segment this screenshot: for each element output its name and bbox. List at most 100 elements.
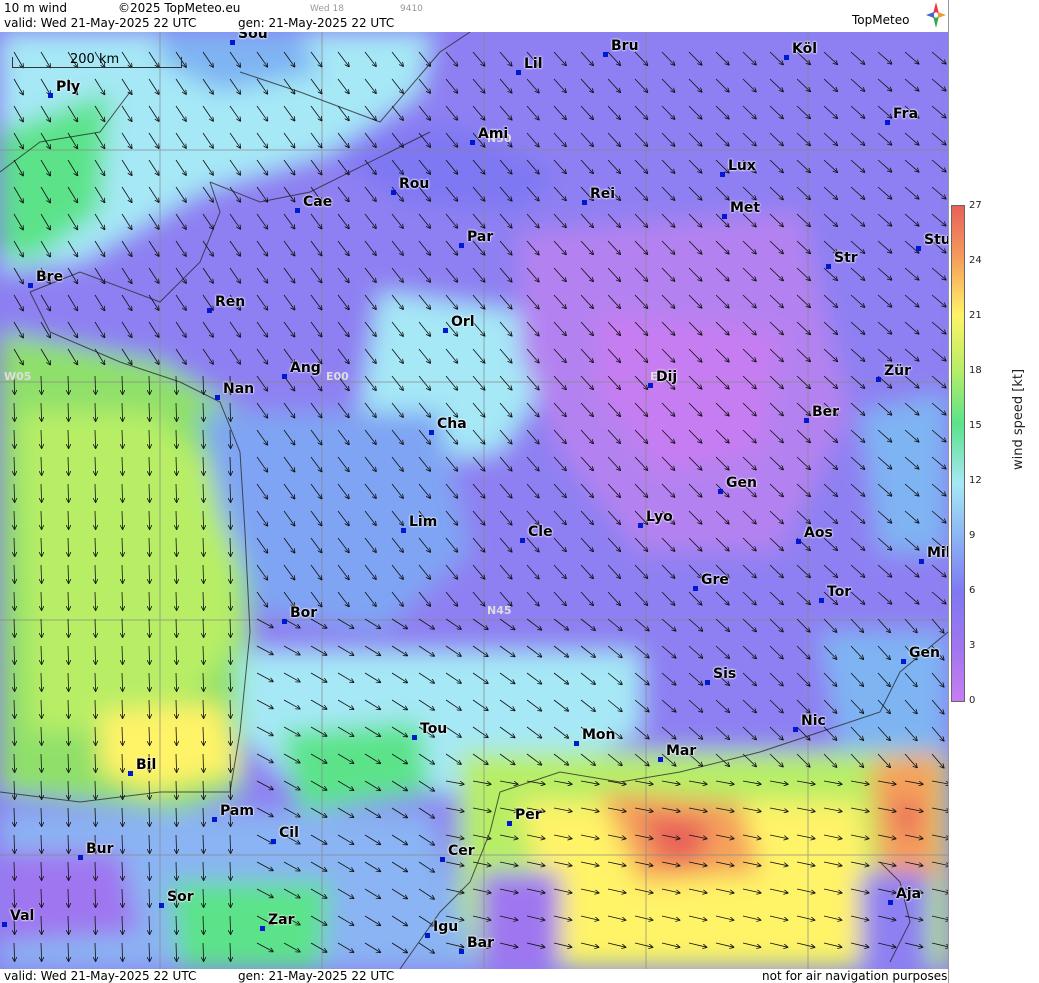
- city-label: Pam: [220, 803, 254, 819]
- city-label: Gen: [726, 475, 757, 491]
- legend-tick: 6: [969, 585, 976, 596]
- city-dot: [784, 55, 789, 60]
- city-dot: [516, 70, 521, 75]
- city-label: Lux: [728, 158, 756, 174]
- city-label: Orl: [451, 314, 475, 330]
- city-dot: [793, 727, 798, 732]
- city-label: Sou: [238, 32, 268, 42]
- wind-speed-colorbar: [951, 205, 965, 702]
- city-dot: [443, 328, 448, 333]
- city-dot: [271, 839, 276, 844]
- city-label: Bor: [290, 605, 318, 621]
- legend-tick: 24: [969, 255, 982, 266]
- city-label: Val: [10, 908, 35, 924]
- city-dot: [391, 190, 396, 195]
- valid-time: valid: Wed 21-May-2025 22 UTC: [4, 16, 197, 30]
- city-dot: [459, 949, 464, 954]
- map-title: 10 m wind: [4, 1, 67, 15]
- city-dot: [722, 214, 727, 219]
- city-label: Bil: [136, 757, 157, 773]
- city-dot: [885, 120, 890, 125]
- city-label: Ami: [478, 126, 509, 142]
- city-label: Sis: [713, 666, 737, 682]
- city-label: Mon: [582, 727, 616, 743]
- city-label: Gen: [909, 645, 940, 661]
- city-label: Gre: [701, 572, 729, 588]
- city-label: Cha: [437, 416, 467, 432]
- city-label: Cle: [528, 524, 553, 540]
- city-label: Bur: [86, 841, 114, 857]
- city-dot: [520, 538, 525, 543]
- city-dot: [804, 418, 809, 423]
- legend-tick: 18: [969, 365, 982, 376]
- city-label: Cer: [448, 843, 475, 859]
- city-label: Ply: [56, 79, 81, 95]
- legend-tick: 3: [969, 640, 976, 651]
- city-label: Zar: [268, 912, 295, 928]
- city-label: Zür: [884, 363, 912, 379]
- city-dot: [658, 757, 663, 762]
- city-dot: [582, 200, 587, 205]
- grid-label: W05: [4, 370, 32, 383]
- city-dot: [295, 208, 300, 213]
- city-dot: [796, 539, 801, 544]
- wind-field: [0, 32, 948, 969]
- city-dot: [718, 489, 723, 494]
- city-label: Tor: [827, 584, 852, 600]
- city-label: Fra: [893, 106, 919, 122]
- city-dot: [901, 659, 906, 664]
- compass-logo-icon: [926, 2, 946, 28]
- city-label: Mil: [927, 545, 948, 561]
- city-label: Lil: [524, 56, 543, 72]
- legend-unit-label: wind speed [kt]: [1011, 368, 1026, 470]
- city-dot: [470, 140, 475, 145]
- city-label: Nic: [801, 713, 826, 729]
- city-dot: [819, 598, 824, 603]
- city-dot: [693, 586, 698, 591]
- legend-tick: 12: [969, 475, 982, 486]
- city-label: Ren: [215, 294, 246, 310]
- city-dot: [919, 559, 924, 564]
- city-dot: [401, 528, 406, 533]
- footer-bar: valid: Wed 21-May-2025 22 UTC gen: 21-Ma…: [0, 969, 948, 983]
- city-label: Bru: [611, 38, 639, 54]
- city-label: Tou: [420, 721, 448, 737]
- city-dot: [603, 52, 608, 57]
- city-dot: [48, 93, 53, 98]
- city-dot: [128, 771, 133, 776]
- city-dot: [507, 821, 512, 826]
- city-label: Köl: [792, 41, 818, 57]
- city-dot: [459, 243, 464, 248]
- city-dot: [2, 922, 7, 927]
- footer-gen-time: gen: 21-May-2025 22 UTC: [238, 969, 395, 983]
- city-dot: [28, 283, 33, 288]
- city-label: Ber: [812, 404, 840, 420]
- gen-time: gen: 21-May-2025 22 UTC: [238, 16, 395, 30]
- city-label: Dij: [656, 369, 678, 385]
- city-dot: [282, 374, 287, 379]
- navigation-disclaimer: not for air navigation purposes: [762, 969, 948, 983]
- city-label: Lim: [409, 514, 438, 530]
- city-label: Str: [834, 250, 858, 266]
- topmeteo-logo: TopMeteo: [852, 13, 910, 27]
- city-label: Per: [515, 807, 542, 823]
- city-dot: [412, 735, 417, 740]
- run-code: 9410: [400, 4, 423, 14]
- city-dot: [429, 430, 434, 435]
- city-dot: [648, 383, 653, 388]
- city-dot: [440, 857, 445, 862]
- legend-tick: 27: [969, 200, 982, 211]
- city-dot: [916, 246, 921, 251]
- legend-tick: 15: [969, 420, 982, 431]
- city-dot: [207, 308, 212, 313]
- legend-tick: 9: [969, 530, 976, 541]
- city-label: Rei: [590, 186, 616, 202]
- grid-label: E00: [326, 370, 349, 383]
- city-dot: [78, 855, 83, 860]
- legend-tick: 21: [969, 310, 982, 321]
- city-label: Mar: [666, 743, 697, 759]
- city-dot: [876, 377, 881, 382]
- city-label: Met: [730, 200, 761, 216]
- city-label: Aja: [896, 886, 922, 902]
- wind-map[interactable]: 200 km N50 N45 W05 E00 E05 Sou Lil Bru Köl P…: [0, 32, 948, 969]
